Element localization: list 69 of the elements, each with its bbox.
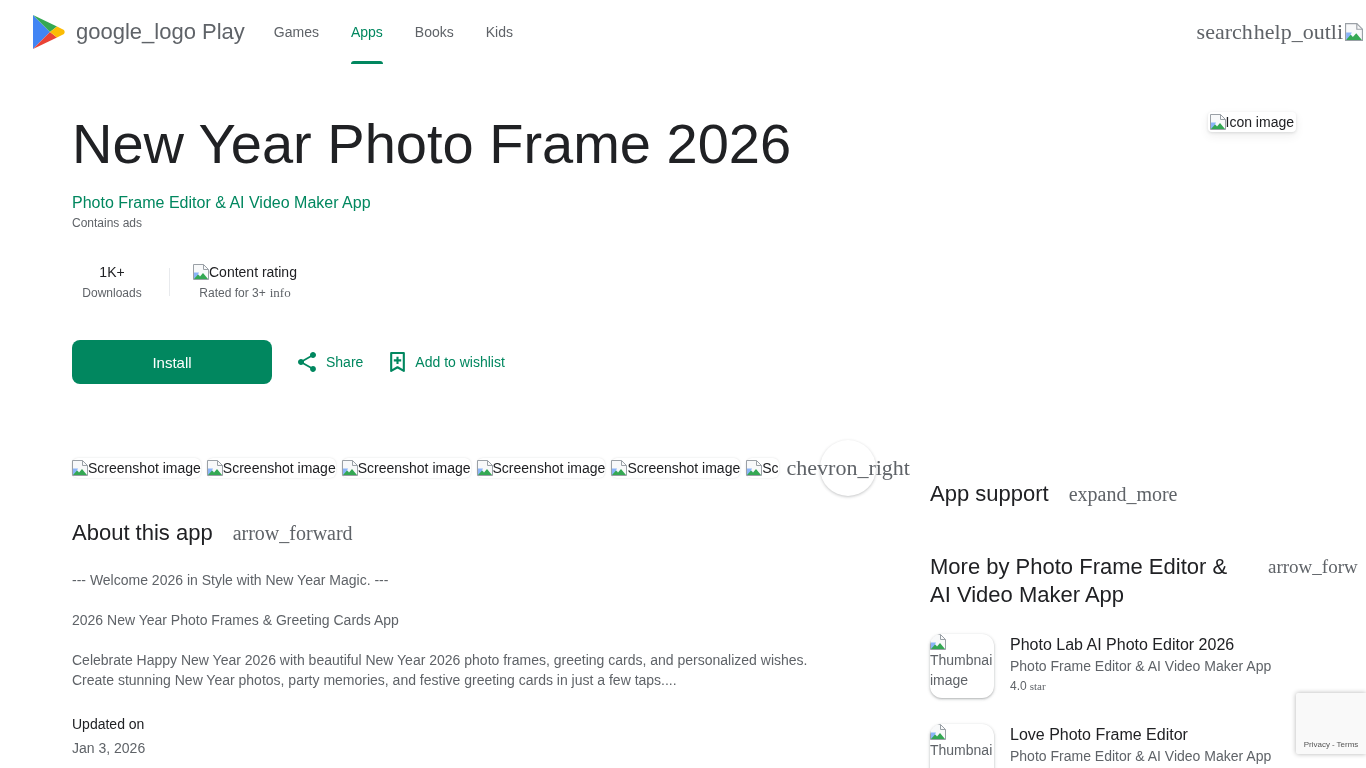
logo-text[interactable]: google_logo Play bbox=[76, 18, 245, 46]
bookmark-add-icon bbox=[390, 352, 406, 372]
image-alt-text: Content rating bbox=[209, 263, 297, 281]
app-name[interactable]: Photo Lab AI Photo Editor 2026 bbox=[1010, 634, 1235, 656]
next-button[interactable]: chevron_right bbox=[786, 436, 910, 500]
section-title: More by Photo Frame Editor & AI Video Maker App bbox=[930, 553, 1229, 609]
app-title: New Year Photo Frame 2026 bbox=[72, 112, 792, 176]
forward-button[interactable]: arrow_forward bbox=[232, 521, 353, 545]
section-title: App support bbox=[930, 480, 1049, 508]
rating-value: 4.0 bbox=[1010, 678, 1027, 694]
image-alt-text: Thumbnai bbox=[930, 741, 993, 760]
screenshot-placeholder[interactable]: Screenshot image bbox=[341, 458, 471, 478]
section-title: About this app bbox=[72, 519, 213, 547]
screenshot-placeholder[interactable]: Sc bbox=[746, 458, 779, 478]
star-text: star bbox=[1029, 679, 1046, 694]
broken-image-icon bbox=[206, 460, 223, 476]
share-button[interactable]: Share bbox=[288, 344, 374, 380]
footer-link[interactable]: Privacy bbox=[1303, 740, 1330, 750]
help-button[interactable]: help_outli bbox=[1253, 18, 1343, 46]
image-alt-text: Screenshot image bbox=[627, 459, 741, 477]
screenshot-placeholder[interactable]: Screenshot image bbox=[476, 458, 606, 478]
broken-image-icon bbox=[746, 460, 763, 476]
broken-image-icon bbox=[611, 460, 628, 476]
separator-text: - bbox=[1331, 740, 1335, 750]
app-name[interactable]: Love Photo Frame Editor bbox=[1010, 724, 1188, 746]
description-paragraph: --- Welcome 2026 in Style with New Year Magic. --- bbox=[72, 571, 390, 590]
developer-link[interactable]: Photo Frame Editor & AI Video Maker App bbox=[72, 191, 371, 215]
image-alt-text: Screenshot image bbox=[88, 459, 201, 477]
developer-name: Photo Frame Editor & AI Video Maker App bbox=[1010, 657, 1272, 676]
screenshot-placeholder[interactable]: Screenshot image bbox=[206, 458, 336, 478]
nav-tab[interactable]: Games bbox=[273, 0, 319, 64]
image-alt-text: Icon image bbox=[1225, 113, 1294, 131]
install-button[interactable]: Install bbox=[72, 340, 272, 384]
play-logo-icon[interactable] bbox=[31, 14, 66, 50]
broken-image-icon[interactable] bbox=[1345, 23, 1363, 41]
nav-tab[interactable]: Apps bbox=[350, 0, 383, 64]
image-alt-text: Screenshot image bbox=[222, 459, 336, 477]
broken-image-icon bbox=[193, 264, 209, 280]
expand-button[interactable]: expand_more bbox=[1068, 482, 1178, 506]
forward-button[interactable]: arrow_forw bbox=[1268, 555, 1358, 579]
developer-name: Photo Frame Editor & AI Video Maker App bbox=[1010, 747, 1272, 766]
nav-tab[interactable]: Kids bbox=[485, 0, 513, 64]
stat-label: Rated for 3+ bbox=[199, 285, 266, 301]
nav-tab[interactable]: Books bbox=[414, 0, 454, 64]
info-button[interactable]: info bbox=[269, 285, 291, 301]
updated-label: Updated on bbox=[72, 715, 145, 734]
wishlist-button[interactable]: Add to wishlist bbox=[380, 344, 515, 380]
description-paragraph: 2026 New Year Photo Frames & Greeting Cards App bbox=[72, 611, 400, 630]
broken-image-icon bbox=[341, 460, 358, 476]
broken-image-icon bbox=[930, 634, 946, 650]
screenshot-placeholder[interactable]: Screenshot image bbox=[611, 458, 741, 478]
broken-image-icon bbox=[72, 460, 88, 476]
broken-image-icon bbox=[476, 460, 493, 476]
image-alt-text: Sc bbox=[762, 459, 779, 477]
image-alt-text: Screenshot image bbox=[492, 459, 606, 477]
updated-date: Jan 3, 2026 bbox=[72, 739, 146, 758]
broken-image-icon bbox=[930, 724, 946, 740]
screenshot-placeholder[interactable]: Screenshot image bbox=[72, 458, 201, 478]
description-paragraph: Celebrate Happy New Year 2026 with beautiful New Year 2026 photo frames, greeting cards, and personalized wishes. Create stunning New Year photos, party memories, and festive greeting cards in just a few taps.... bbox=[72, 651, 808, 690]
ads-note: Contains ads bbox=[72, 215, 143, 231]
search-button[interactable]: search bbox=[1196, 18, 1253, 46]
image-alt-text: Screenshot image bbox=[357, 459, 471, 477]
stat-label: Downloads bbox=[82, 285, 142, 301]
thumbnail-placeholder[interactable]: Thumbnai image bbox=[930, 634, 994, 698]
image-alt-text: Thumbnai image bbox=[930, 651, 994, 690]
share-icon bbox=[298, 352, 316, 372]
footer-link[interactable]: Terms bbox=[1336, 740, 1359, 750]
download-count: 1K+ bbox=[99, 263, 125, 282]
thumbnail-placeholder[interactable]: Thumbnai bbox=[930, 724, 994, 768]
